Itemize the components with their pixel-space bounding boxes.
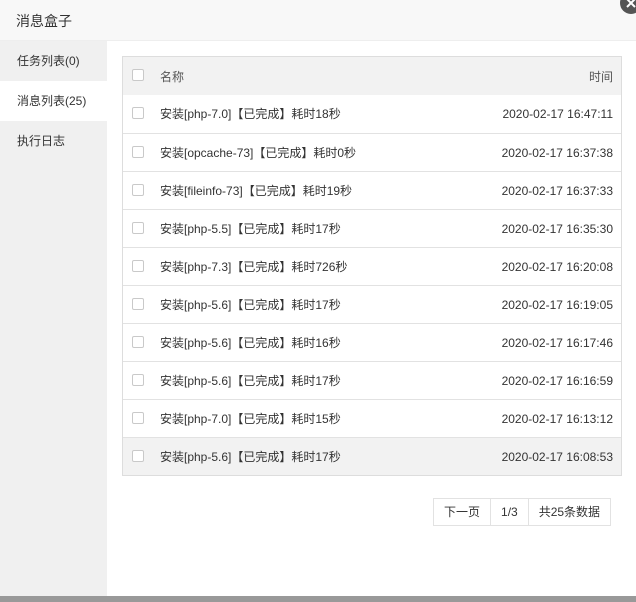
table-row[interactable]: 安装[opcache-73]【已完成】耗时0秒 2020-02-17 16:37:… [123, 133, 621, 171]
row-checkbox[interactable] [132, 184, 144, 196]
row-time: 2020-02-17 16:17:46 [501, 336, 613, 350]
select-all-checkbox[interactable] [132, 69, 144, 81]
row-name: 安装[fileinfo-73]【已完成】耗时19秒 [160, 184, 353, 198]
bottom-bar [0, 596, 636, 602]
row-name: 安装[php-7.0]【已完成】耗时15秒 [160, 412, 341, 426]
row-time: 2020-02-17 16:20:08 [501, 260, 613, 274]
table-row[interactable]: 安装[php-5.6]【已完成】耗时16秒 2020-02-17 16:17:46 [123, 323, 621, 361]
row-time: 2020-02-17 16:37:38 [501, 146, 613, 160]
row-name: 安装[php-5.6]【已完成】耗时17秒 [160, 298, 341, 312]
total-count: 共25条数据 [527, 499, 610, 525]
row-name: 安装[php-7.3]【已完成】耗时726秒 [160, 260, 348, 274]
row-checkbox[interactable] [132, 412, 144, 424]
next-page-button[interactable]: 下一页 [434, 499, 490, 525]
table-row[interactable]: 安装[php-5.5]【已完成】耗时17秒 2020-02-17 16:35:30 [123, 209, 621, 247]
close-icon [626, 0, 636, 8]
sidebar-item-exec-log[interactable]: 执行日志 [0, 121, 107, 161]
table-row[interactable]: 安装[php-7.0]【已完成】耗时18秒 2020-02-17 16:47:11 [123, 95, 621, 133]
row-time: 2020-02-17 16:35:30 [501, 222, 613, 236]
row-name: 安装[php-7.0]【已完成】耗时18秒 [160, 107, 341, 121]
row-time: 2020-02-17 16:37:33 [501, 184, 613, 198]
row-time: 2020-02-17 16:19:05 [501, 298, 613, 312]
sidebar: 任务列表(0) 消息列表(25) 执行日志 [0, 41, 107, 596]
table-row[interactable]: 安装[php-5.6]【已完成】耗时17秒 2020-02-17 16:19:05 [123, 285, 621, 323]
row-time: 2020-02-17 16:47:11 [502, 107, 613, 121]
table-row[interactable]: 安装[php-5.6]【已完成】耗时17秒 2020-02-17 16:08:53 [123, 437, 621, 475]
table-header: 名称 时间 [123, 57, 621, 95]
row-name: 安装[php-5.5]【已完成】耗时17秒 [160, 222, 341, 236]
row-name: 安装[php-5.6]【已完成】耗时16秒 [160, 336, 341, 350]
row-time: 2020-02-17 16:16:59 [501, 374, 613, 388]
column-header-time: 时间 [588, 70, 613, 84]
main-content: 名称 时间 安装[php-7.0]【已完成】耗时18秒 2020-02-17 16… [107, 41, 636, 596]
row-checkbox[interactable] [132, 260, 144, 272]
page-indicator: 1/3 [490, 499, 528, 525]
row-checkbox[interactable] [132, 450, 144, 462]
table-row[interactable]: 安装[fileinfo-73]【已完成】耗时19秒 2020-02-17 16:3… [123, 171, 621, 209]
message-table: 名称 时间 安装[php-7.0]【已完成】耗时18秒 2020-02-17 16… [122, 56, 622, 476]
row-name: 安装[opcache-73]【已完成】耗时0秒 [160, 146, 357, 160]
window-title: 消息盒子 [16, 13, 72, 29]
row-time: 2020-02-17 16:13:12 [501, 412, 613, 426]
sidebar-item-messages[interactable]: 消息列表(25) [0, 81, 107, 121]
table-row[interactable]: 安装[php-5.6]【已完成】耗时17秒 2020-02-17 16:16:59 [123, 361, 621, 399]
column-header-name: 名称 [160, 70, 185, 84]
title-bar: 消息盒子 [0, 0, 636, 41]
row-checkbox[interactable] [132, 146, 144, 158]
row-checkbox[interactable] [132, 336, 144, 348]
table-row[interactable]: 安装[php-7.0]【已完成】耗时15秒 2020-02-17 16:13:12 [123, 399, 621, 437]
sidebar-item-tasks[interactable]: 任务列表(0) [0, 41, 107, 81]
close-button[interactable] [620, 0, 636, 14]
row-checkbox[interactable] [132, 374, 144, 386]
row-time: 2020-02-17 16:08:53 [501, 450, 613, 464]
table-row[interactable]: 安装[php-7.3]【已完成】耗时726秒 2020-02-17 16:20:0… [123, 247, 621, 285]
row-name: 安装[php-5.6]【已完成】耗时17秒 [160, 450, 341, 464]
row-checkbox[interactable] [132, 222, 144, 234]
row-checkbox[interactable] [132, 298, 144, 310]
row-name: 安装[php-5.6]【已完成】耗时17秒 [160, 374, 341, 388]
pagination: 下一页 1/3 共25条数据 [433, 498, 612, 526]
row-checkbox[interactable] [132, 107, 144, 119]
